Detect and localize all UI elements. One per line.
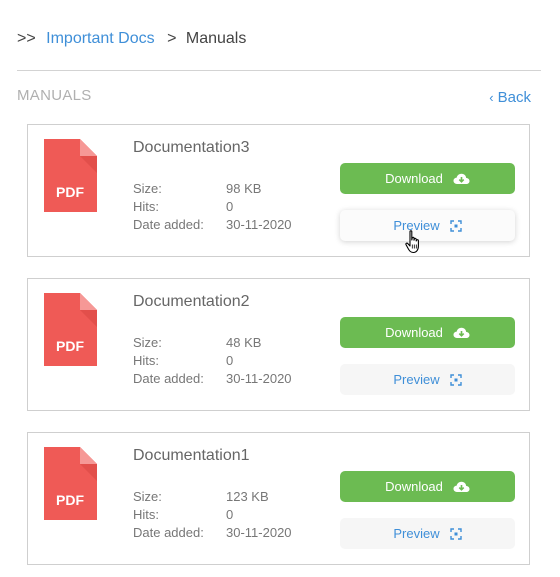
fullscreen-icon bbox=[449, 219, 462, 232]
date-added-value: 30-11-2020 bbox=[226, 371, 292, 386]
fullscreen-icon bbox=[449, 373, 462, 386]
back-link[interactable]: ‹ Back bbox=[489, 89, 531, 106]
pdf-label: PDF bbox=[56, 184, 84, 200]
breadcrumb-prefix: >> bbox=[17, 30, 36, 47]
breadcrumb-current: Manuals bbox=[185, 30, 247, 47]
date-added-label: Date added: bbox=[133, 371, 204, 386]
preview-button[interactable]: Preview bbox=[340, 518, 515, 549]
chevron-left-icon: ‹ bbox=[489, 90, 494, 105]
header-divider bbox=[17, 70, 541, 71]
cloud-download-icon bbox=[453, 173, 470, 185]
breadcrumb-link-important-docs[interactable]: Important Docs bbox=[46, 30, 154, 47]
breadcrumb: >> Important Docs > Manuals bbox=[17, 30, 246, 48]
size-value: 123 KB bbox=[226, 489, 269, 504]
document-title: Documentation1 bbox=[133, 447, 250, 464]
download-label: Download bbox=[385, 479, 443, 494]
pdf-label: PDF bbox=[56, 338, 84, 354]
preview-button[interactable]: Preview bbox=[340, 364, 515, 395]
size-value: 98 KB bbox=[226, 181, 262, 196]
download-label: Download bbox=[385, 325, 443, 340]
pdf-file-icon: PDF bbox=[44, 293, 97, 366]
hits-value: 0 bbox=[226, 353, 234, 368]
size-label: Size: bbox=[133, 489, 162, 504]
document-card: PDF Documentation2 Size: 48 KB Hits: 0 Dat… bbox=[27, 278, 530, 411]
cloud-download-icon bbox=[453, 327, 470, 339]
size-label: Size: bbox=[133, 181, 162, 196]
download-button[interactable]: Download bbox=[340, 471, 515, 502]
cloud-download-icon bbox=[453, 481, 470, 493]
size-label: Size: bbox=[133, 335, 162, 350]
fullscreen-icon bbox=[449, 527, 462, 540]
document-title: Documentation2 bbox=[133, 293, 250, 310]
hits-label: Hits: bbox=[133, 353, 159, 368]
hits-value: 0 bbox=[226, 507, 234, 522]
document-card: PDF Documentation3 Size: 98 KB Hits: 0 Dat… bbox=[27, 124, 530, 257]
date-added-value: 30-11-2020 bbox=[226, 217, 292, 232]
document-card: PDF Documentation1 Size: 123 KB Hits: 0 Da… bbox=[27, 432, 530, 565]
hand-pointer-cursor-icon bbox=[405, 230, 423, 254]
pdf-label: PDF bbox=[56, 492, 84, 508]
breadcrumb-separator: > bbox=[167, 30, 177, 47]
document-meta: Size: 48 KB Hits: 0 Date added: 30-11-2020 bbox=[133, 334, 292, 388]
preview-label: Preview bbox=[393, 526, 440, 541]
size-value: 48 KB bbox=[226, 335, 262, 350]
download-button[interactable]: Download bbox=[340, 163, 515, 194]
hits-label: Hits: bbox=[133, 199, 159, 214]
section-title: MANUALS bbox=[17, 87, 92, 104]
date-added-value: 30-11-2020 bbox=[226, 525, 292, 540]
download-button[interactable]: Download bbox=[340, 317, 515, 348]
download-label: Download bbox=[385, 171, 443, 186]
document-meta: Size: 123 KB Hits: 0 Date added: 30-11-2020 bbox=[133, 488, 292, 542]
back-label: Back bbox=[497, 89, 531, 106]
preview-label: Preview bbox=[393, 372, 440, 387]
date-added-label: Date added: bbox=[133, 217, 204, 232]
document-meta: Size: 98 KB Hits: 0 Date added: 30-11-2020 bbox=[133, 180, 292, 234]
date-added-label: Date added: bbox=[133, 525, 204, 540]
document-title: Documentation3 bbox=[133, 139, 250, 156]
hits-value: 0 bbox=[226, 199, 234, 214]
hits-label: Hits: bbox=[133, 507, 159, 522]
preview-button[interactable]: Preview bbox=[340, 210, 515, 241]
pdf-file-icon: PDF bbox=[44, 447, 97, 520]
pdf-file-icon: PDF bbox=[44, 139, 97, 212]
